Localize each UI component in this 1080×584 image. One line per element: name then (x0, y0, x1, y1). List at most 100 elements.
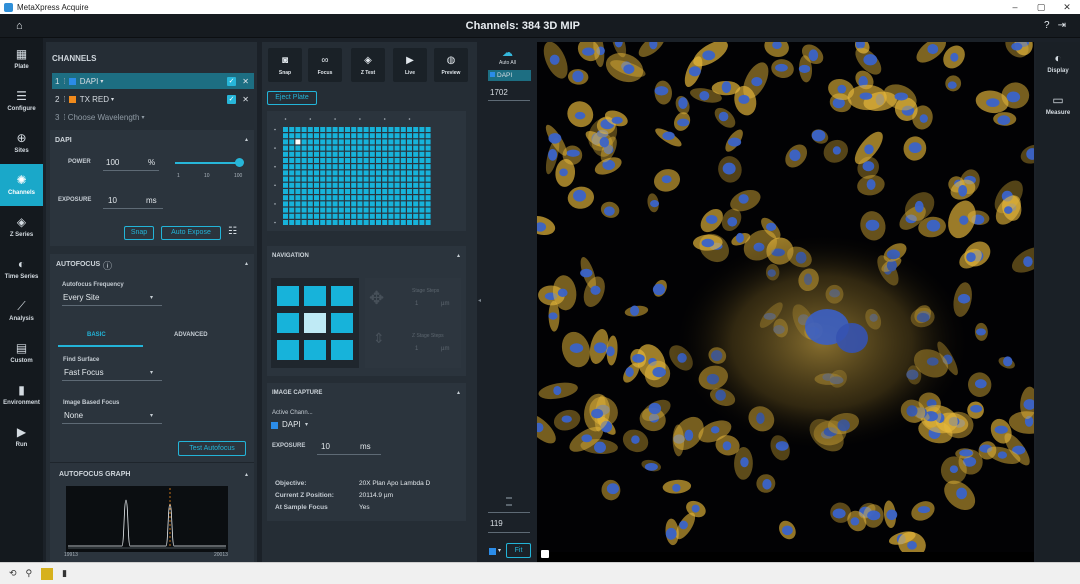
plate-well[interactable] (357, 145, 363, 151)
power-input[interactable]: 100 (106, 158, 119, 167)
plate-well[interactable] (363, 139, 369, 145)
plate-well[interactable] (413, 164, 419, 170)
plate-well[interactable] (363, 145, 369, 151)
plate-well[interactable] (388, 176, 394, 182)
plate-well[interactable] (326, 133, 332, 139)
plate-well[interactable] (376, 220, 381, 225)
plate-well[interactable] (388, 182, 394, 188)
plate-well[interactable] (326, 164, 332, 170)
plate-well[interactable] (400, 145, 406, 151)
plate-well[interactable] (283, 201, 288, 207)
auto-scale-icon[interactable]: ☁ (502, 46, 513, 59)
plate-well[interactable] (338, 164, 344, 170)
plate-well[interactable] (400, 164, 406, 170)
close-window-button[interactable]: ✕ (1054, 2, 1080, 13)
plate-well[interactable] (295, 195, 301, 201)
plate-well[interactable] (326, 207, 332, 213)
plate-well[interactable] (425, 189, 431, 194)
plate-well[interactable] (351, 139, 357, 145)
plate-well[interactable] (369, 220, 375, 225)
stage-move-s[interactable] (304, 340, 326, 360)
plate-well[interactable] (314, 207, 319, 213)
plate-well[interactable] (345, 176, 350, 182)
plate-well[interactable] (413, 133, 419, 139)
plate-well[interactable] (295, 176, 301, 182)
plate-well[interactable] (388, 127, 394, 132)
sidebar-item-environment[interactable]: ▮ Environment (0, 374, 43, 416)
plate-well[interactable] (419, 189, 425, 194)
plate-well[interactable] (400, 133, 406, 139)
plate-well[interactable] (320, 158, 326, 163)
plate-well[interactable] (338, 207, 344, 213)
plate-well[interactable] (345, 158, 350, 163)
channel-enabled-checkbox[interactable]: ✓ (227, 76, 236, 86)
plate-well[interactable] (413, 145, 419, 151)
plate-well[interactable] (413, 220, 419, 225)
plate-well[interactable] (351, 195, 357, 201)
plate-well[interactable] (338, 151, 344, 157)
plate-well[interactable] (345, 164, 350, 170)
sidebar-item-configure[interactable]: ☰ Configure (0, 80, 43, 122)
plate-well[interactable] (338, 127, 344, 132)
plate-well[interactable] (382, 158, 388, 163)
plate-well[interactable] (332, 158, 338, 163)
plate-well[interactable] (338, 145, 344, 151)
plate-well[interactable] (419, 158, 425, 163)
plate-well[interactable] (326, 170, 332, 176)
plate-well[interactable] (351, 151, 357, 157)
plate-well[interactable] (369, 127, 375, 132)
plate-well[interactable] (301, 176, 307, 182)
power-slider-track[interactable] (175, 162, 240, 164)
plate-well[interactable] (332, 176, 338, 182)
plate-well[interactable] (369, 151, 375, 157)
plate-well[interactable] (369, 189, 375, 194)
plate-well[interactable] (388, 201, 394, 207)
plate-well[interactable] (332, 151, 338, 157)
plate-well[interactable] (326, 189, 332, 194)
plate-well[interactable] (326, 176, 332, 182)
plate-well[interactable] (363, 207, 369, 213)
plate-well[interactable] (400, 213, 406, 219)
plate-well[interactable] (407, 151, 412, 157)
fit-button[interactable]: Fit (506, 543, 531, 558)
plate-well[interactable] (357, 220, 363, 225)
snap-button[interactable]: Snap (124, 226, 154, 240)
plate-well[interactable] (345, 201, 350, 207)
plate-well[interactable] (338, 213, 344, 219)
refresh-icon[interactable]: ⟲ (9, 568, 17, 579)
plate-well[interactable] (394, 158, 400, 163)
plate-well[interactable] (407, 182, 412, 188)
plate-well[interactable] (394, 195, 400, 201)
plate-well[interactable] (419, 207, 425, 213)
plate-well[interactable] (345, 170, 350, 176)
plate-well[interactable] (376, 201, 381, 207)
plate-well[interactable] (307, 158, 313, 163)
plate-well[interactable] (394, 176, 400, 182)
plate-well[interactable] (413, 151, 419, 157)
plate-well[interactable] (425, 201, 431, 207)
plate-well[interactable] (388, 220, 394, 225)
exit-icon[interactable]: ⇥ (1058, 20, 1066, 31)
plate-well[interactable] (382, 133, 388, 139)
plate-well[interactable] (400, 151, 406, 157)
plate-well[interactable] (425, 133, 431, 139)
plate-well[interactable] (425, 220, 431, 225)
plate-well[interactable] (314, 182, 319, 188)
plate-well[interactable] (394, 164, 400, 170)
plate-well[interactable] (320, 151, 326, 157)
plate-well[interactable] (394, 182, 400, 188)
scale-channel-tab[interactable]: DAPI (488, 70, 531, 81)
plate-well[interactable] (289, 182, 295, 188)
plate-well[interactable] (388, 213, 394, 219)
plate-well[interactable] (301, 170, 307, 176)
plate-well[interactable] (295, 127, 301, 132)
plate-well[interactable] (376, 195, 381, 201)
plate-well[interactable] (363, 151, 369, 157)
plate-well[interactable] (419, 164, 425, 170)
plate-well[interactable] (289, 158, 295, 163)
sidebar-item-measure[interactable]: ▭ Measure (1036, 84, 1080, 126)
plate-well[interactable] (320, 164, 326, 170)
plate-well[interactable] (363, 127, 369, 132)
plate-well[interactable] (314, 127, 319, 132)
live-tool-button[interactable]: ▶ Live (393, 48, 427, 82)
